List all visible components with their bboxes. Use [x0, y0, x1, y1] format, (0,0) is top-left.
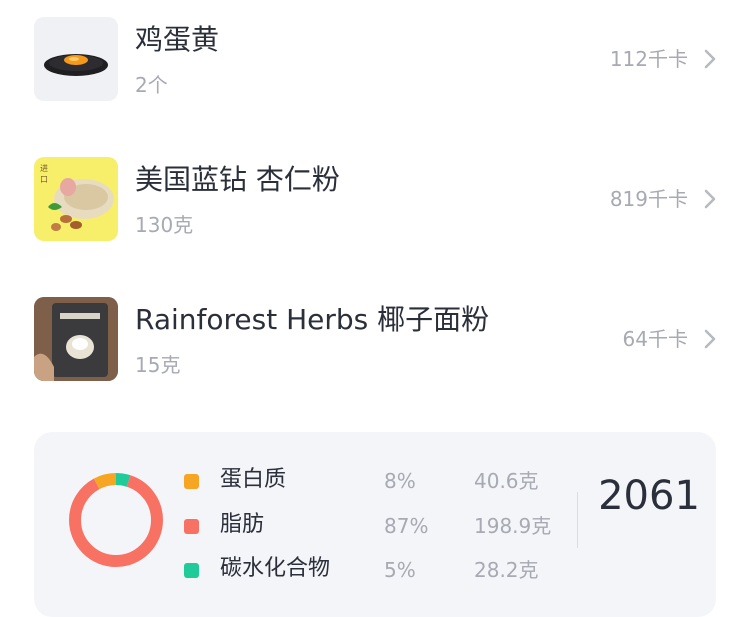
nutrition-summary-card: 蛋白质 8% 40.6克 脂肪 87% 198.9克 碳水化合物 5% 28.2…	[34, 432, 716, 617]
macro-name: 蛋白质	[220, 467, 287, 492]
food-quantity: 130克	[135, 213, 194, 237]
macro-grams: 40.6克	[474, 469, 539, 493]
food-quantity: 15克	[135, 353, 181, 377]
food-list-item[interactable]: 进 口 美国蓝钻 杏仁粉 130克 819千卡	[0, 140, 750, 260]
chevron-right-icon	[704, 329, 716, 349]
macro-name: 碳水化合物	[220, 556, 331, 581]
legend-color-swatch	[184, 563, 199, 578]
macro-name: 脂肪	[220, 512, 265, 537]
macro-percent: 8%	[384, 469, 416, 493]
legend-color-swatch	[184, 519, 199, 534]
food-calories: 64千卡	[622, 327, 688, 351]
food-list-item[interactable]: Rainforest Herbs 椰子面粉 15克 64千卡	[0, 280, 750, 400]
svg-text:进: 进	[40, 164, 48, 173]
macro-row-carbs: 碳水化合物 5% 28.2克	[34, 549, 594, 589]
food-name: Rainforest Herbs 椰子面粉	[135, 303, 490, 336]
food-thumbnail	[34, 17, 118, 101]
divider	[577, 492, 578, 548]
food-name: 鸡蛋黄	[135, 23, 220, 56]
food-thumbnail: 进 口	[34, 157, 118, 241]
food-list-item[interactable]: 鸡蛋黄 2个 112千卡	[0, 0, 750, 120]
macro-row-fat: 脂肪 87% 198.9克	[34, 505, 594, 545]
food-thumbnail	[34, 297, 118, 381]
food-name: 美国蓝钻 杏仁粉	[135, 163, 340, 196]
food-calories: 112千卡	[609, 47, 688, 71]
food-calories: 819千卡	[609, 187, 688, 211]
chevron-right-icon	[704, 49, 716, 69]
macro-grams: 198.9克	[474, 514, 552, 538]
chevron-right-icon	[704, 189, 716, 209]
legend-color-swatch	[184, 474, 199, 489]
svg-text:口: 口	[40, 175, 48, 184]
macro-row-protein: 蛋白质 8% 40.6克	[34, 460, 594, 500]
food-quantity: 2个	[135, 73, 168, 97]
macro-grams: 28.2克	[474, 558, 539, 582]
macro-percent: 87%	[384, 514, 429, 538]
macro-percent: 5%	[384, 558, 416, 582]
total-calories: 2061	[598, 473, 700, 519]
